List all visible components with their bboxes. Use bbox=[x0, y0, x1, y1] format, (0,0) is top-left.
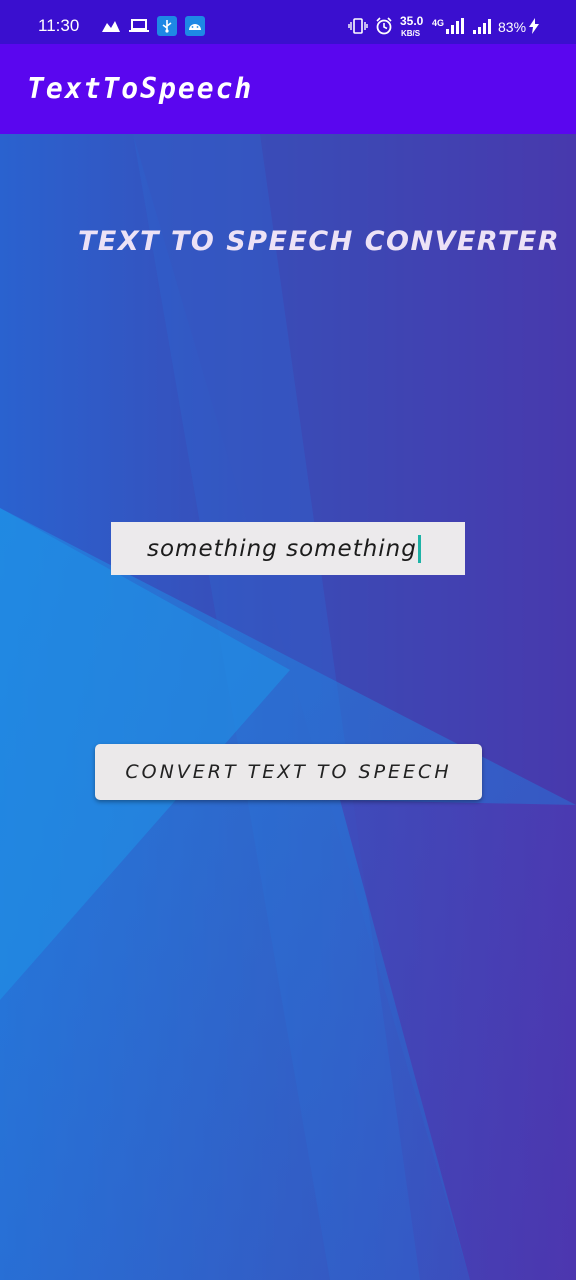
text-input-value: something something bbox=[147, 535, 417, 562]
screen: 11:30 35.0 KB/S 4G 83% TextToSpeech TEXT… bbox=[0, 0, 576, 1280]
alarm-icon bbox=[374, 17, 394, 35]
laptop-icon bbox=[128, 18, 150, 34]
speed-unit: KB/S bbox=[401, 29, 421, 38]
android-icon bbox=[185, 16, 205, 36]
gallery-icon bbox=[100, 18, 122, 34]
background-gradient bbox=[0, 134, 576, 1280]
signal-icon bbox=[445, 18, 465, 34]
signal-icon bbox=[472, 18, 494, 34]
network-type: 4G bbox=[432, 18, 445, 28]
text-cursor bbox=[417, 534, 421, 563]
status-time: 11:30 bbox=[38, 16, 80, 35]
battery-level: 83% bbox=[498, 19, 527, 35]
app-title: TextToSpeech bbox=[27, 72, 254, 105]
text-input[interactable]: something something bbox=[111, 522, 465, 575]
speed-value: 35.0 bbox=[400, 14, 424, 28]
usb-icon bbox=[157, 16, 177, 36]
app-bar: TextToSpeech bbox=[0, 44, 576, 134]
page-heading: TEXT TO SPEECH CONVERTER bbox=[78, 226, 561, 257]
convert-button[interactable]: CONVERT TEXT TO SPEECH bbox=[95, 744, 482, 800]
vibrate-icon bbox=[347, 18, 369, 34]
status-bar: 11:30 35.0 KB/S 4G 83% bbox=[0, 0, 576, 44]
charging-icon bbox=[528, 18, 540, 34]
